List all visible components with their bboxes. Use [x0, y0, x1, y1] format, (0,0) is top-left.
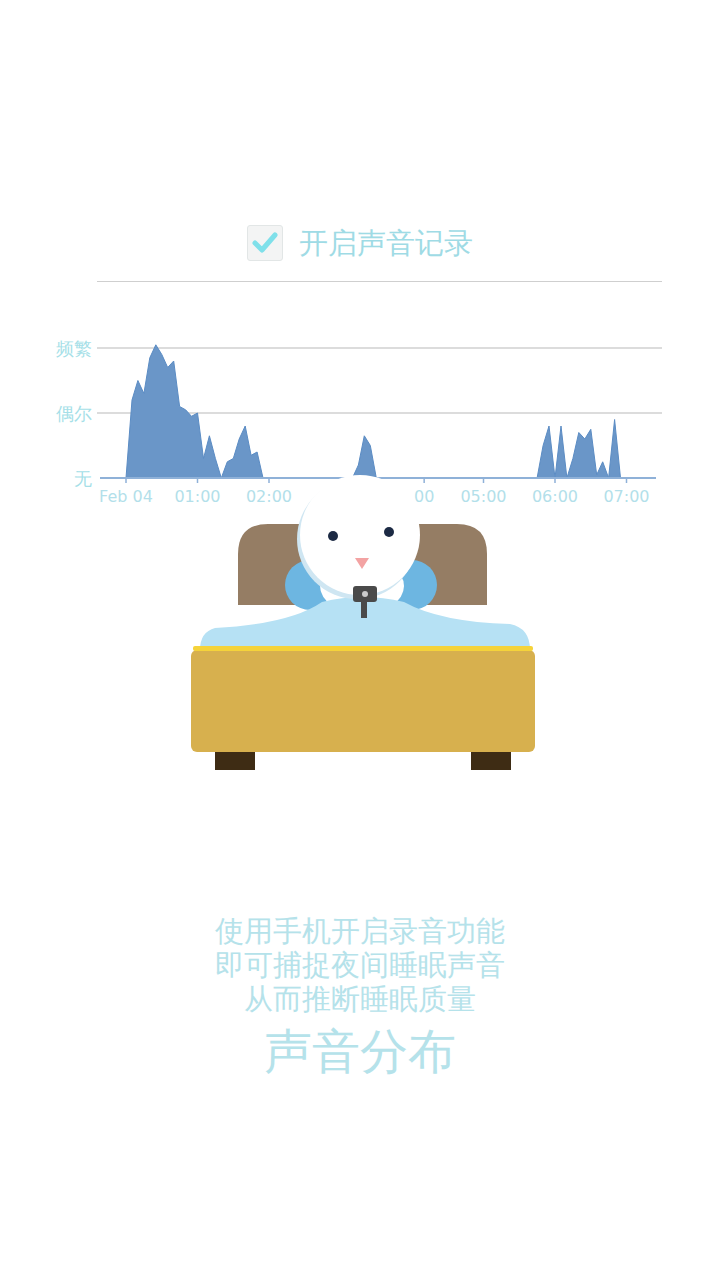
checkmark-icon — [251, 229, 279, 257]
record-toggle[interactable]: 开启声音记录 — [0, 222, 720, 264]
caption: 使用手机开启录音功能即可捕捉夜间睡眠声音从而推断睡眠质量声音分布 — [0, 914, 720, 1079]
x-tick-label: 00 — [414, 487, 434, 506]
x-tick — [125, 478, 127, 483]
x-tick — [268, 478, 270, 483]
sound-area — [126, 345, 621, 478]
caption-line: 使用手机开启录音功能 — [215, 914, 505, 948]
y-tick-label: 频繁 — [56, 338, 92, 359]
divider — [97, 281, 662, 282]
y-tick-label: 偶尔 — [56, 403, 92, 424]
sound-intro-screen: 开启声音记录 频繁偶尔无 Feb 04 01:00 02:00 00 05:00 06:00… — [0, 0, 720, 1079]
x-tick-label: 02:00 — [246, 487, 292, 506]
rabbit-in-bed-icon — [0, 464, 720, 780]
x-tick — [626, 478, 628, 483]
x-tick-label: 01:00 — [174, 487, 220, 506]
y-tick-label: 无 — [74, 468, 92, 489]
x-tick — [483, 478, 485, 483]
checkbox[interactable] — [247, 225, 283, 261]
x-tick-label: 07:00 — [603, 487, 649, 506]
x-tick-label: 06:00 — [532, 487, 578, 506]
x-tick-label: 05:00 — [460, 487, 506, 506]
caption-line: 即可捕捉夜间睡眠声音 — [215, 948, 505, 982]
x-tick-label: Feb 04 — [99, 487, 153, 506]
caption-title: 声音分布 — [264, 1023, 456, 1079]
grid-line — [97, 347, 662, 349]
checkbox-label[interactable]: 开启声音记录 — [299, 225, 473, 261]
x-tick — [554, 478, 556, 483]
x-tick — [423, 478, 425, 483]
x-tick — [197, 478, 199, 483]
caption-line: 从而推断睡眠质量 — [244, 982, 476, 1016]
